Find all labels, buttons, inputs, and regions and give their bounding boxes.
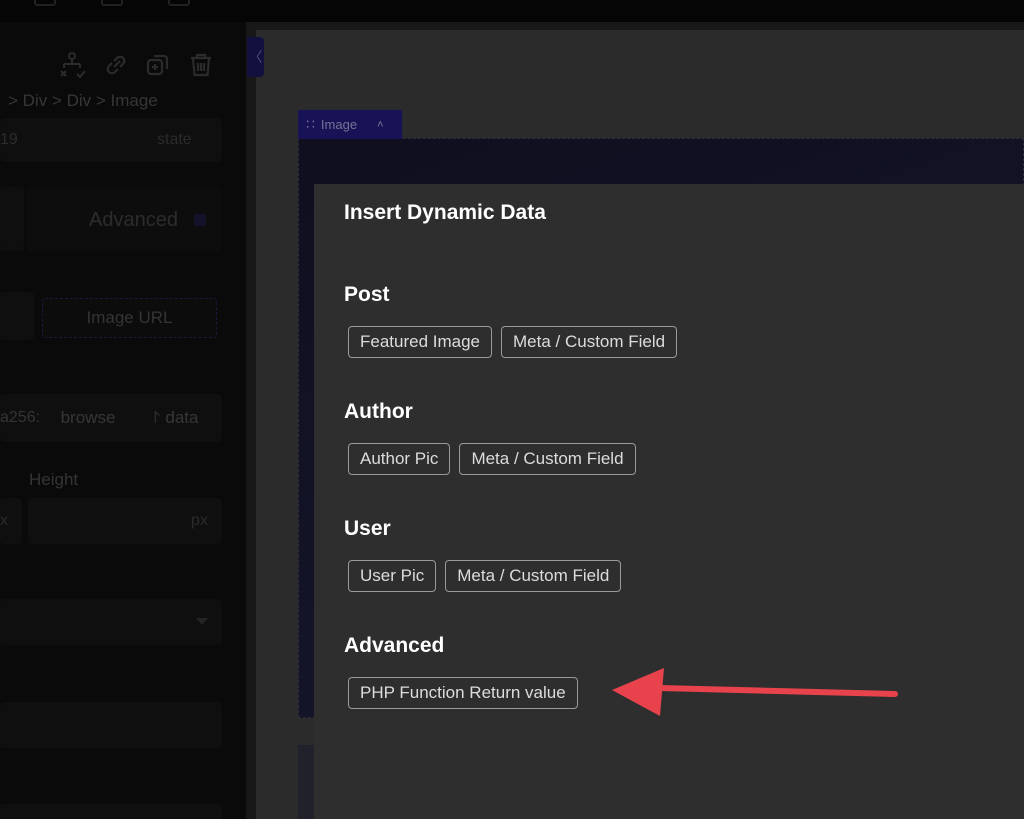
modal-title: Insert Dynamic Data	[344, 201, 546, 224]
section-title-advanced: Advanced	[344, 634, 445, 657]
user-meta-field-button[interactable]: Meta / Custom Field	[445, 560, 622, 592]
section-title-author: Author	[344, 400, 413, 423]
section-title-user: User	[344, 517, 391, 540]
user-options: User Pic Meta / Custom Field	[348, 560, 622, 592]
insert-dynamic-data-modal: Insert Dynamic Data Post Featured Image …	[314, 184, 1024, 819]
post-options: Featured Image Meta / Custom Field	[348, 326, 678, 358]
advanced-options: PHP Function Return value	[348, 677, 578, 709]
php-function-return-button[interactable]: PHP Function Return value	[348, 677, 578, 709]
author-options: Author Pic Meta / Custom Field	[348, 443, 636, 475]
section-title-post: Post	[344, 283, 390, 306]
post-meta-field-button[interactable]: Meta / Custom Field	[501, 326, 678, 358]
author-meta-field-button[interactable]: Meta / Custom Field	[459, 443, 636, 475]
featured-image-button[interactable]: Featured Image	[348, 326, 493, 358]
user-pic-button[interactable]: User Pic	[348, 560, 437, 592]
author-pic-button[interactable]: Author Pic	[348, 443, 451, 475]
